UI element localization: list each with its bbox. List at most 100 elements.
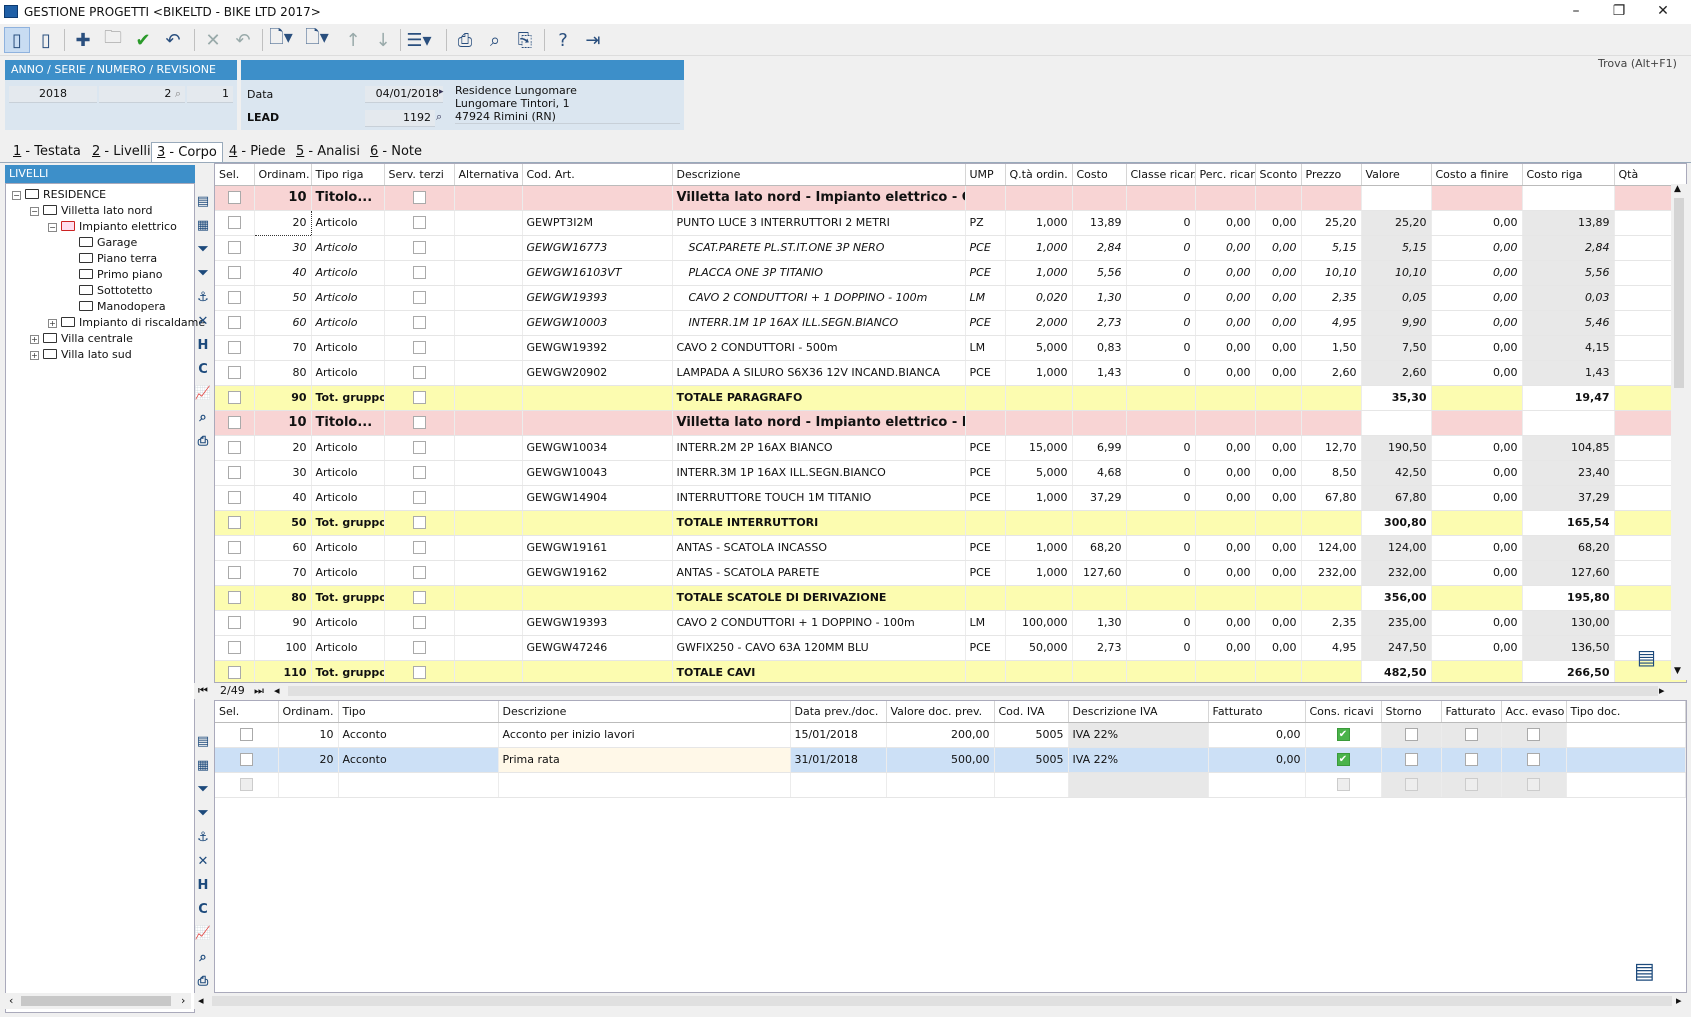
cell-costo[interactable] [1072, 410, 1127, 436]
chart-icon[interactable]: 📈 [194, 922, 212, 946]
table-row[interactable]: 50 Articolo GEWGW19393 CAVO 2 CONDUTTORI + … [215, 285, 1686, 311]
cell-tipo[interactable]: Tot. gruppo [311, 585, 385, 611]
revisione-field[interactable]: 1 [187, 86, 233, 103]
cell-sc[interactable]: 0,00 [1255, 210, 1302, 236]
cell-cfin[interactable] [1431, 185, 1523, 211]
cell-perc[interactable]: 0,00 [1195, 310, 1256, 336]
cell-qta[interactable] [1005, 510, 1073, 536]
cell-valore[interactable]: 35,30 [1361, 385, 1432, 411]
cell-criga[interactable] [1522, 410, 1615, 436]
cell-tipo[interactable]: Articolo [311, 435, 385, 461]
cell-ump[interactable] [965, 410, 1006, 436]
checkbox[interactable] [1404, 728, 1418, 742]
cell-qta[interactable]: 1,000 [1005, 235, 1073, 261]
cell-cl[interactable] [1126, 510, 1196, 536]
cell-valore[interactable]: 10,10 [1361, 260, 1432, 286]
cell-sc[interactable] [1255, 385, 1302, 411]
cell-qta[interactable] [1005, 660, 1073, 682]
tree-node[interactable]: + Impianto di riscaldame [12, 315, 205, 331]
cell-sc[interactable]: 0,00 [1255, 360, 1302, 386]
cell-desc[interactable]: CAVO 2 CONDUTTORI + 1 DOPPINO - 100m [672, 610, 966, 636]
table-row[interactable]: 100 Articolo GEWGW47246 GWFIX250 - CAVO 63A… [215, 635, 1686, 661]
cell-qta[interactable]: 2,000 [1005, 310, 1073, 336]
cell-desc[interactable]: TOTALE PARAGRAFO [672, 385, 966, 411]
cell-perc[interactable]: 0,00 [1195, 435, 1256, 461]
expand-toggle-icon[interactable]: − [30, 207, 39, 216]
cell-costo[interactable]: 13,89 [1072, 210, 1127, 236]
cell-serv[interactable] [384, 285, 455, 311]
cell-cl[interactable]: 0 [1126, 610, 1196, 636]
cell-qta[interactable]: 1,000 [1005, 360, 1073, 386]
close-button[interactable]: ✕ [1640, 0, 1686, 24]
cell-prezzo[interactable]: 232,00 [1301, 560, 1362, 586]
cell-costo[interactable] [1072, 385, 1127, 411]
scroll-left-icon[interactable]: ‹ [9, 994, 13, 1007]
checkbox[interactable] [1464, 778, 1478, 792]
cell-perc[interactable]: 0,00 [1195, 210, 1256, 236]
cell-serv[interactable] [384, 210, 455, 236]
cell-perc[interactable] [1195, 510, 1256, 536]
cell-desc[interactable]: Villetta lato nord - Impianto elettrico … [672, 185, 966, 211]
checkbox[interactable] [227, 266, 241, 280]
chart-icon[interactable]: 📈 [194, 382, 212, 406]
cell-alt[interactable] [454, 285, 523, 311]
cell-serv[interactable] [384, 260, 455, 286]
tree-node[interactable]: − Villetta lato nord [12, 203, 194, 219]
cell-serv[interactable] [384, 535, 455, 561]
cell-ord[interactable]: 20 [253, 209, 312, 236]
checkbox[interactable] [412, 241, 426, 255]
cell-cod[interactable]: GEWGW47246 [522, 635, 673, 661]
column-header[interactable]: Ordinam. [278, 701, 339, 723]
cell-ord[interactable] [278, 772, 339, 798]
table-icon[interactable]: ▦ [194, 214, 212, 238]
cell-cl[interactable]: 0 [1126, 335, 1196, 361]
cell-cl[interactable]: 0 [1126, 635, 1196, 661]
cell-iva[interactable]: 5005 [994, 722, 1069, 748]
cell-serv[interactable] [384, 335, 455, 361]
cell-tipo[interactable]: Articolo [311, 310, 385, 336]
cell-ord[interactable]: 90 [254, 385, 312, 411]
cell-alt[interactable] [454, 335, 523, 361]
cell-qta[interactable] [1005, 410, 1073, 436]
cell-qta[interactable]: 15,000 [1005, 435, 1073, 461]
c-icon[interactable]: C [194, 898, 212, 922]
cell-criga[interactable]: 5,56 [1522, 260, 1615, 286]
table-row[interactable]: 110 Tot. gruppo TOTALE CAVI 482,50 266,50 [215, 660, 1686, 682]
cell-costo[interactable]: 6,99 [1072, 435, 1127, 461]
cell-serv[interactable] [384, 360, 455, 386]
column-header[interactable]: Storno [1381, 701, 1442, 723]
cell-ord[interactable]: 20 [254, 435, 312, 461]
cell-qta[interactable] [1005, 185, 1073, 211]
cell-desc[interactable]: LAMPADA A SILURO S6X36 12V INCAND.BIANCA [672, 360, 966, 386]
cell-alt[interactable] [454, 185, 523, 211]
table-row[interactable]: 20 Acconto Prima rata 31/01/2018 500,00 5005 I… [215, 747, 1686, 773]
print-icon[interactable]: ⎙ [452, 27, 478, 53]
cell-prezzo[interactable]: 12,70 [1301, 435, 1362, 461]
column-header[interactable]: Serv. terzi [384, 164, 455, 186]
cell-tipo[interactable]: Tot. gruppo [311, 660, 385, 682]
cell-desc[interactable]: CAVO 2 CONDUTTORI + 1 DOPPINO - 100m [672, 285, 966, 311]
cell-cons[interactable] [1305, 772, 1382, 798]
cell-perc[interactable] [1195, 185, 1256, 211]
cell-cl[interactable]: 0 [1126, 485, 1196, 511]
select-cell[interactable] [215, 560, 255, 586]
cell-storno[interactable] [1381, 722, 1442, 748]
cell-acc[interactable] [1501, 747, 1567, 773]
select-cell[interactable] [215, 485, 255, 511]
cell-ord[interactable]: 80 [254, 585, 312, 611]
checkbox[interactable] [412, 466, 426, 480]
cell-cl[interactable] [1126, 660, 1196, 682]
cell-cfin[interactable] [1431, 585, 1523, 611]
cell-iva[interactable] [994, 772, 1069, 798]
cell-perc[interactable]: 0,00 [1195, 560, 1256, 586]
column-header[interactable]: Costo [1072, 164, 1127, 186]
cell-cfin[interactable]: 0,00 [1431, 485, 1523, 511]
print-icon[interactable]: ⎙ [194, 430, 212, 454]
cell-cl[interactable] [1126, 410, 1196, 436]
table-row[interactable]: 80 Articolo GEWGW20902 LAMPADA A SILURO S6X… [215, 360, 1686, 386]
cell-cod[interactable] [522, 585, 673, 611]
cell-tipo[interactable]: Articolo [311, 485, 385, 511]
cell-cfin[interactable]: 0,00 [1431, 210, 1523, 236]
cell-qta[interactable]: 5,000 [1005, 335, 1073, 361]
scroll-right-icon[interactable]: › [181, 994, 185, 1007]
